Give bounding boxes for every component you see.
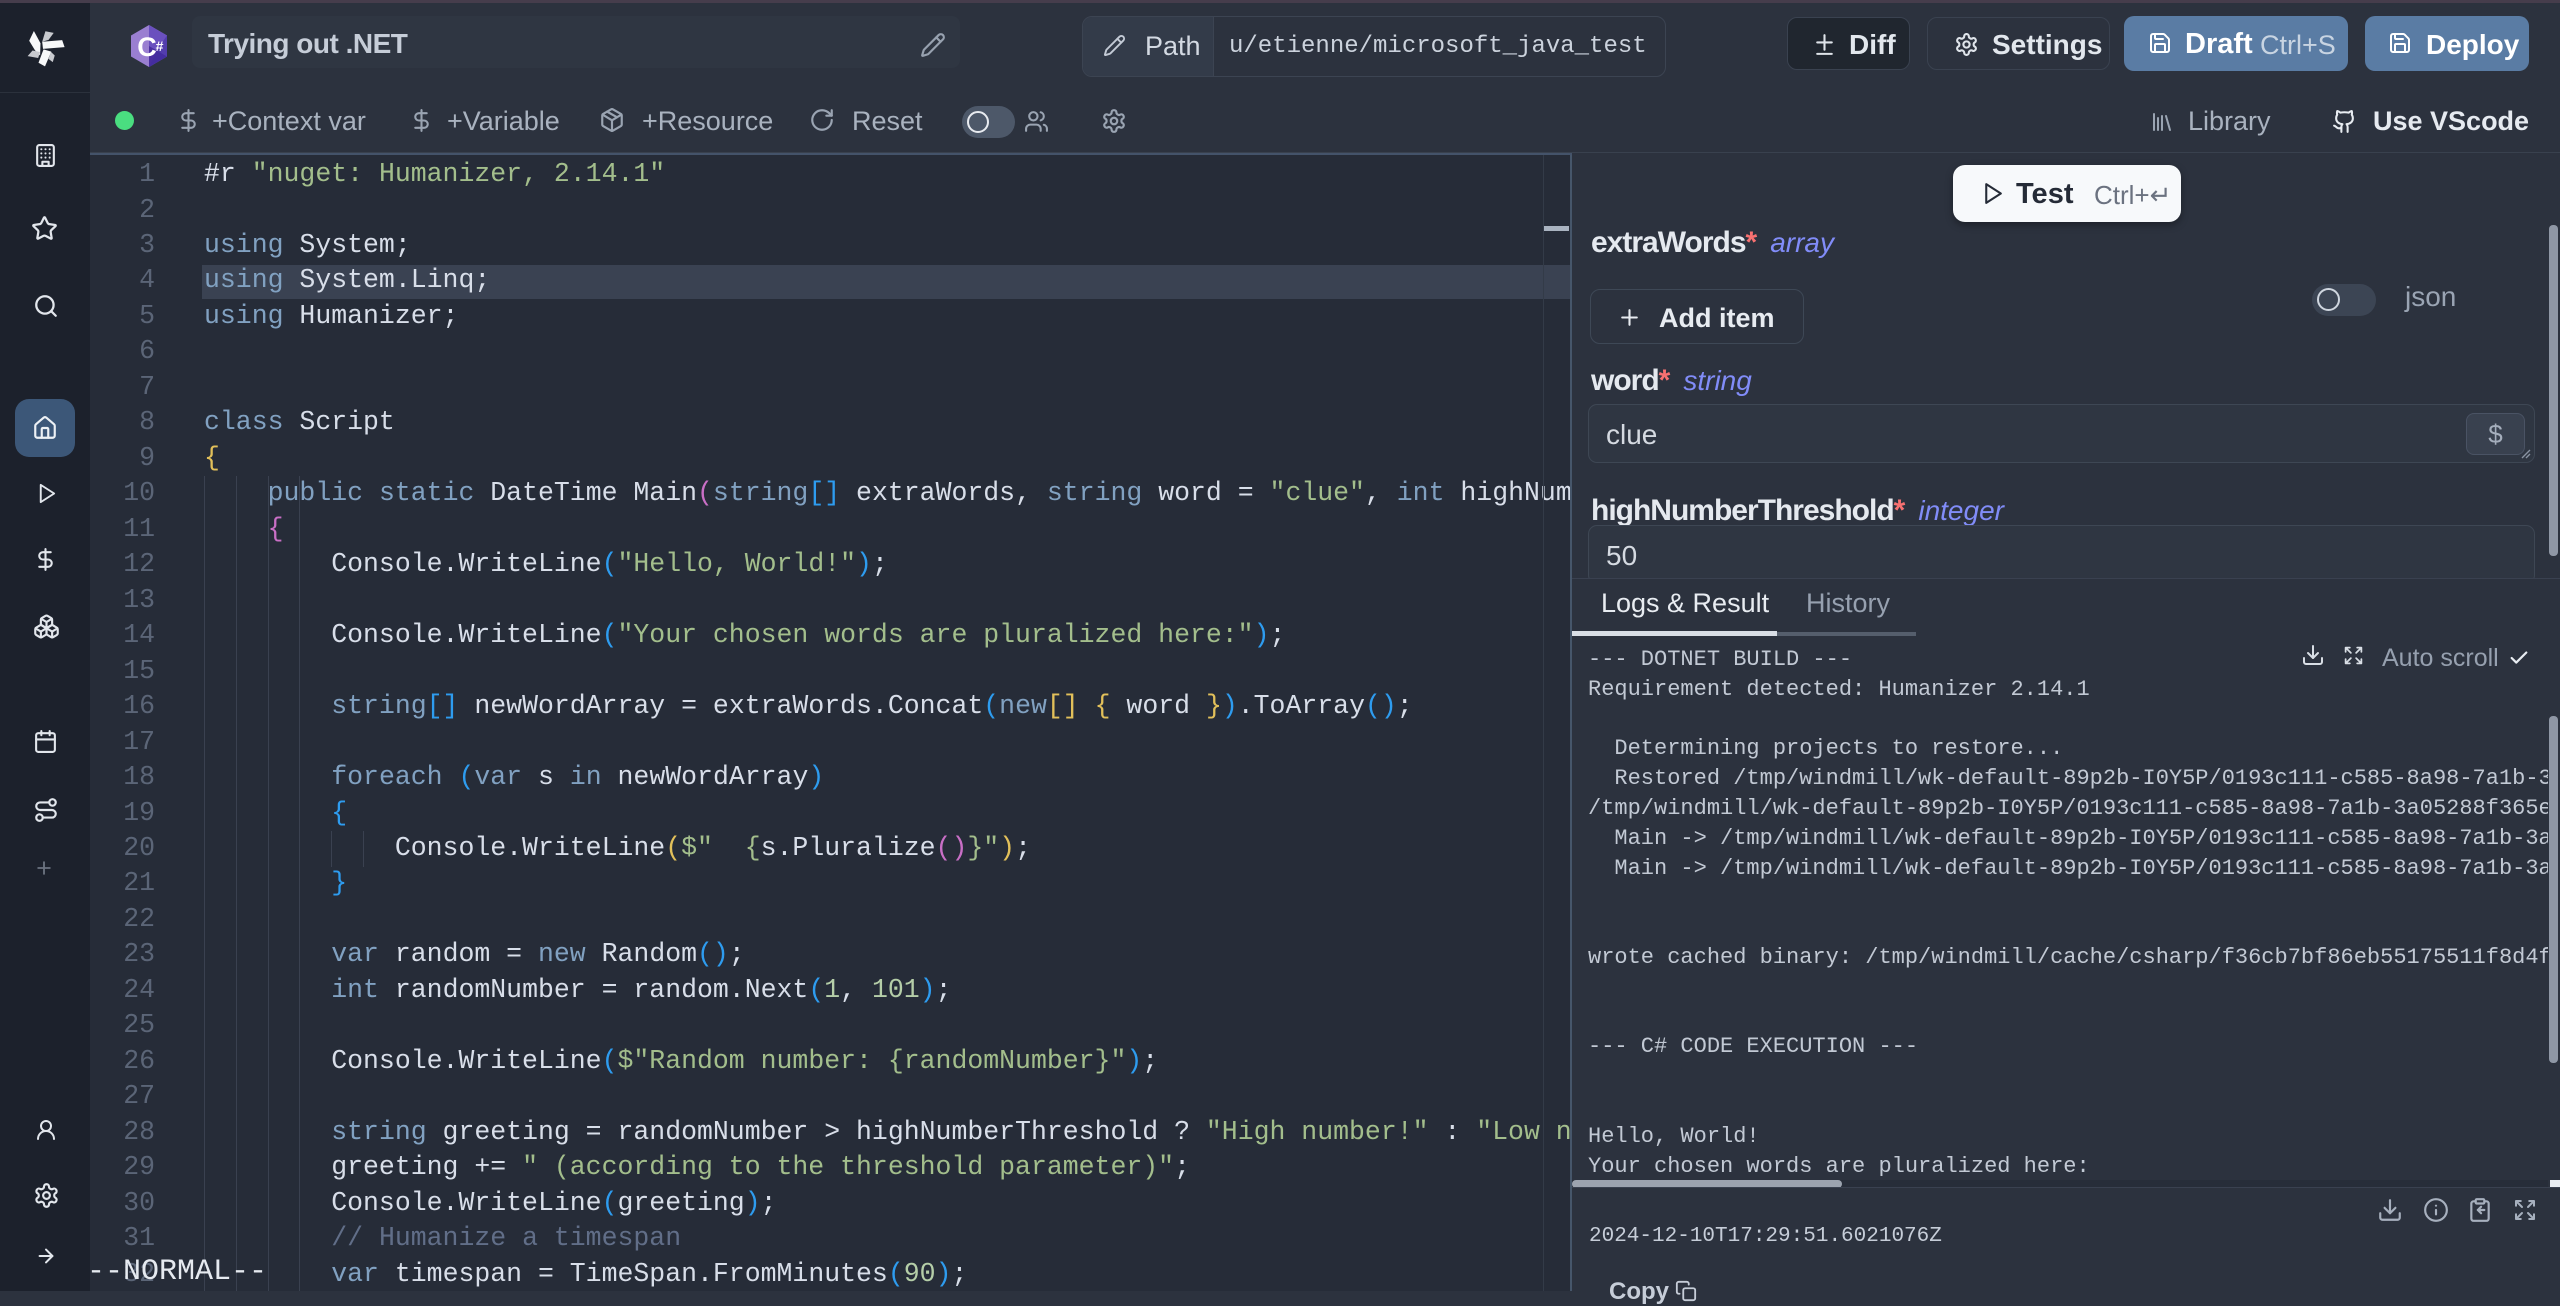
svg-text:#: #: [156, 38, 164, 54]
svg-text:C: C: [137, 32, 157, 62]
